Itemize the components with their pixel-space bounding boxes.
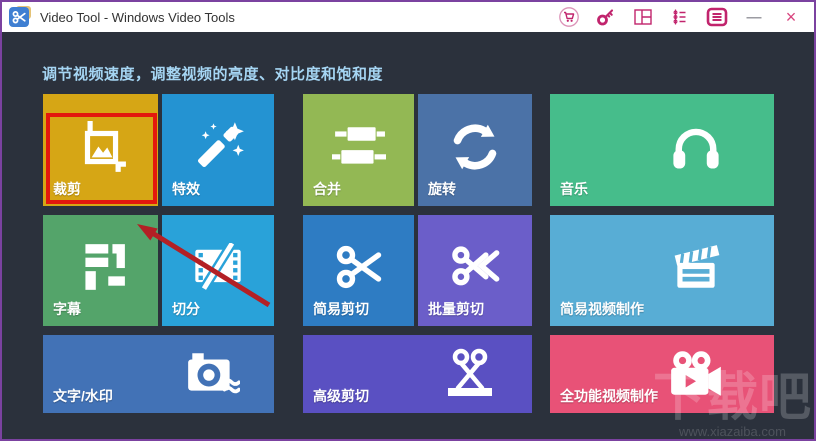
tile-simple-video-maker[interactable]: 简易视频制作: [550, 215, 774, 326]
tile-label: 切分: [172, 301, 200, 317]
batch-scissors-icon: [449, 241, 501, 293]
tile-advanced-cut[interactable]: 高级剪切: [303, 335, 532, 413]
titlebar: Video Tool - Windows Video Tools — ×: [2, 2, 814, 32]
tile-label: 文字/水印: [53, 388, 113, 404]
tile-label: 特效: [172, 181, 200, 197]
scissors-icon: [333, 241, 385, 293]
tile-simple-cut[interactable]: 简易剪切: [303, 215, 414, 326]
close-button[interactable]: ×: [778, 4, 804, 30]
minimize-button[interactable]: —: [741, 4, 767, 30]
watermark-url: www.xiazaiba.com: [679, 424, 786, 439]
cart-icon[interactable]: [556, 4, 582, 30]
tile-crop[interactable]: 裁剪: [43, 94, 158, 206]
merge-icon: [331, 124, 386, 170]
key-icon[interactable]: [593, 4, 619, 30]
tile-label: 合并: [313, 181, 341, 197]
app-icon: [9, 6, 31, 28]
tile-text-watermark[interactable]: 文字/水印: [43, 335, 274, 413]
tile-label: 旋转: [428, 181, 456, 197]
crop-icon: [74, 120, 128, 174]
tile-effects[interactable]: 特效: [162, 94, 274, 206]
headphones-icon: [668, 121, 724, 173]
tile-label: 简易视频制作: [560, 301, 644, 317]
tile-rotate[interactable]: 旋转: [418, 94, 532, 206]
menu-icon[interactable]: [704, 4, 730, 30]
tile-music[interactable]: 音乐: [550, 94, 774, 206]
playlist-icon[interactable]: [667, 4, 693, 30]
tile-label: 简易剪切: [313, 301, 369, 317]
tile-label: 批量剪切: [428, 301, 484, 317]
tile-label: 裁剪: [53, 181, 81, 197]
tile-subtitle[interactable]: 字幕: [43, 215, 158, 326]
window-title: Video Tool - Windows Video Tools: [40, 9, 235, 25]
clapperboard-icon: [667, 242, 725, 292]
tile-full-video-maker[interactable]: 全功能视频制作: [550, 335, 774, 413]
tile-label: 字幕: [53, 301, 81, 317]
tile-merge[interactable]: 合并: [303, 94, 414, 206]
tile-label: 高级剪切: [313, 388, 369, 404]
camera-watermark-icon: [184, 351, 240, 397]
advanced-scissors-icon: [446, 348, 494, 400]
magic-wand-icon: [191, 120, 245, 174]
layout-icon[interactable]: [630, 4, 656, 30]
video-camera-icon: [667, 349, 725, 399]
tile-batch-cut[interactable]: 批量剪切: [418, 215, 532, 326]
tile-label: 音乐: [560, 181, 588, 197]
tile-split[interactable]: 切分: [162, 215, 274, 326]
tile-label: 全功能视频制作: [560, 388, 658, 404]
app-window: Video Tool - Windows Video Tools — × 调节视…: [0, 0, 816, 441]
rotate-icon: [447, 119, 503, 175]
film-split-icon: [191, 243, 245, 292]
page-subtitle: 调节视频速度，调整视频的亮度、对比度和饱和度: [42, 66, 384, 83]
subtitle-icon: [77, 240, 125, 294]
